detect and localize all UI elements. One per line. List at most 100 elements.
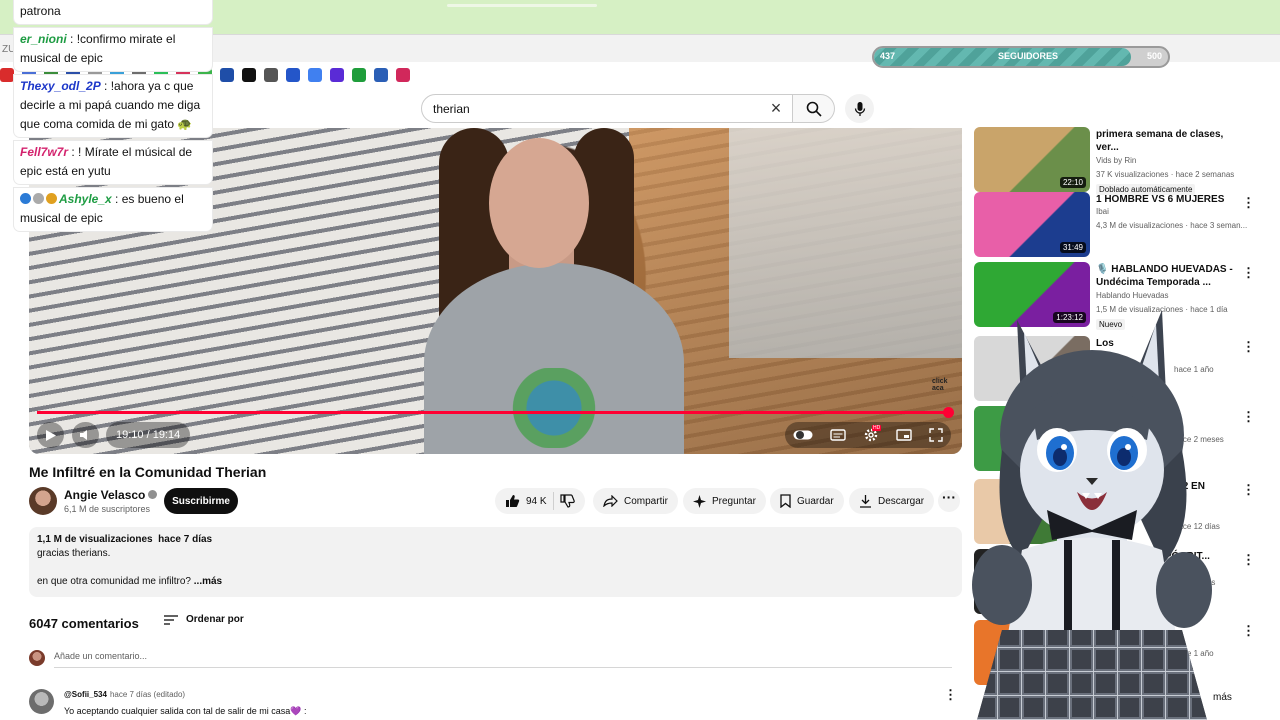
comment-text: Yo aceptando cualquier salida con tal de…	[64, 706, 307, 716]
autoplay-toggle-icon[interactable]	[793, 429, 813, 441]
video-frame-window	[729, 128, 962, 358]
chat-badge-icon	[46, 193, 57, 204]
more-actions-button[interactable]: ···	[938, 490, 960, 512]
recommended-title[interactable]: 1 HOMBRE VS 6 MUJERES	[1096, 193, 1236, 206]
follower-goal: 500	[1146, 51, 1162, 61]
bookmark-favicon-icon[interactable]	[308, 68, 322, 82]
search-icon	[806, 101, 822, 117]
comment-author-avatar[interactable]	[29, 689, 54, 714]
save-label: Guardar	[797, 495, 834, 507]
recommended-channel[interactable]: Ibai	[1096, 207, 1109, 216]
fullscreen-icon[interactable]	[928, 428, 943, 442]
bookmark-favicon-icon[interactable]	[220, 68, 234, 82]
drag-handle[interactable]	[447, 4, 597, 7]
bookmark-favicon-icon[interactable]	[396, 68, 410, 82]
save-button[interactable]: Guardar	[770, 488, 844, 514]
chat-badge-icon	[20, 193, 31, 204]
comment-count: 6047 comentarios	[29, 616, 139, 631]
channel-name[interactable]: Angie Velasco	[64, 488, 145, 502]
bookmark-favicon-icon[interactable]	[352, 68, 366, 82]
bookmark-favicon-icon[interactable]	[242, 68, 256, 82]
comment-author[interactable]: @Sofii_534	[64, 690, 107, 699]
recommended-meta: 4,3 M de visualizaciones · hace 3 seman.…	[1096, 221, 1248, 230]
bookmark-favicon-icon[interactable]	[330, 68, 344, 82]
video-thumbnail[interactable]: 22:10	[974, 127, 1090, 192]
ask-button[interactable]: Preguntar	[683, 488, 766, 514]
description-box[interactable]: 1,1 M de visualizaciones hace 7 días gra…	[29, 527, 962, 597]
search-button[interactable]	[793, 94, 835, 123]
search-input[interactable]: therian	[433, 102, 470, 116]
like-dislike-group: 94 K	[495, 488, 585, 514]
recommended-menu-icon[interactable]: ⋮	[1242, 410, 1255, 423]
vtuber-avatar	[972, 310, 1212, 720]
dislike-icon[interactable]	[559, 494, 575, 508]
download-button[interactable]: Descargar	[849, 488, 935, 514]
video-frame-print	[499, 368, 609, 448]
description-line-2: en que otra comunidad me infiltro? ...má…	[37, 576, 222, 587]
view-count: 1,1 M de visualizaciones	[37, 534, 153, 545]
chat-message: er_nioni : !confirmo mirate el musical d…	[14, 28, 212, 71]
recommended-channel[interactable]: Hablando Huevadas	[1096, 291, 1169, 300]
subtitles-icon[interactable]	[830, 429, 846, 441]
like-count[interactable]: 94 K	[526, 496, 547, 507]
recommended-title[interactable]: primera semana de clases, ver...	[1096, 128, 1236, 154]
play-button[interactable]	[37, 422, 64, 448]
chat-message: patrona	[14, 0, 212, 24]
clear-search-icon[interactable]: ×	[766, 98, 786, 118]
share-label: Compartir	[624, 495, 668, 507]
add-comment-input[interactable]: Añade un comentario...	[54, 651, 147, 661]
bookmark-icon	[780, 494, 791, 508]
recommended-title[interactable]: 🎙️ HABLANDO HUEVADAS - Undécima Temporad…	[1096, 263, 1236, 289]
duration-badge: 31:49	[1059, 242, 1086, 253]
seek-bar[interactable]	[37, 407, 955, 418]
user-avatar	[29, 650, 45, 666]
sort-icon	[164, 614, 178, 625]
bookmark-favicon-icon[interactable]	[0, 68, 14, 82]
channel-avatar[interactable]	[29, 487, 57, 515]
sort-label: Ordenar por	[186, 614, 244, 625]
follower-current: 437	[880, 51, 896, 61]
channel-name-row[interactable]: Angie Velasco	[64, 488, 158, 502]
bookmark-favicon-icon[interactable]	[286, 68, 300, 82]
chat-message: Thexy_odl_2P : !ahora ya c que decirle a…	[14, 75, 212, 137]
recommended-menu-icon[interactable]: ⋮	[1242, 624, 1255, 637]
chat-username: Ashyle_x	[59, 192, 112, 206]
search-box[interactable]: therian ×	[421, 94, 793, 123]
settings-button[interactable]: HD	[863, 425, 882, 443]
stream-canvas: ZUe 437 SEGUIDORES 500 therian × click a…	[0, 0, 1280, 720]
miniplayer-icon[interactable]	[896, 429, 912, 441]
subscribe-button[interactable]: Suscribirme	[164, 488, 238, 514]
share-button[interactable]: Compartir	[593, 488, 678, 514]
chat-text: patrona	[20, 4, 61, 18]
comment-menu-icon[interactable]: ⋮	[944, 688, 957, 701]
recommended-menu-icon[interactable]: ⋮	[1242, 340, 1255, 353]
hd-badge: HD	[871, 425, 882, 431]
recommended-menu-icon[interactable]: ⋮	[1242, 196, 1255, 209]
recommended-menu-icon[interactable]: ⋮	[1242, 483, 1255, 496]
video-thumbnail[interactable]: 31:49	[974, 192, 1090, 257]
chat-message: Ashyle_x : es bueno el musical de epic	[14, 188, 212, 231]
show-more-link[interactable]: ...más	[194, 576, 222, 587]
recommended-menu-icon[interactable]: ⋮	[1242, 553, 1255, 566]
volume-icon	[79, 430, 87, 440]
stream-chat-overlay: patrona er_nioni : !confirmo mirate el mu…	[14, 0, 212, 235]
video-title: Me Infiltré en la Comunidad Therian	[29, 464, 267, 480]
bookmark-favicon-icon[interactable]	[374, 68, 388, 82]
play-icon	[45, 429, 56, 441]
bookmark-favicon-icon[interactable]	[264, 68, 278, 82]
description-text: en que otra comunidad me infiltro?	[37, 576, 191, 587]
chat-badge-icon	[33, 193, 44, 204]
download-label: Descargar	[878, 495, 925, 507]
duration-badge: 22:10	[1059, 177, 1086, 188]
volume-button[interactable]	[72, 422, 99, 448]
recommended-video[interactable]: 22:10 primera semana de clases, ver... Vid…	[974, 127, 1264, 195]
follower-goal-bar: 437 SEGUIDORES 500	[872, 46, 1170, 68]
recommended-menu-icon[interactable]: ⋮	[1242, 266, 1255, 279]
sort-comments-button[interactable]: Ordenar por	[164, 614, 244, 625]
recommended-video[interactable]: 31:49 1 HOMBRE VS 6 MUJERES Ibai 4,3 M de v…	[974, 192, 1264, 258]
chat-message: Fell7w7r : ! Mírate el músical de epic e…	[14, 141, 212, 184]
recommended-channel[interactable]: Vids by Rin	[1096, 156, 1136, 165]
like-icon[interactable]	[505, 494, 520, 508]
voice-search-button[interactable]	[845, 94, 874, 123]
comment-time[interactable]: hace 7 días (editado)	[110, 690, 185, 699]
